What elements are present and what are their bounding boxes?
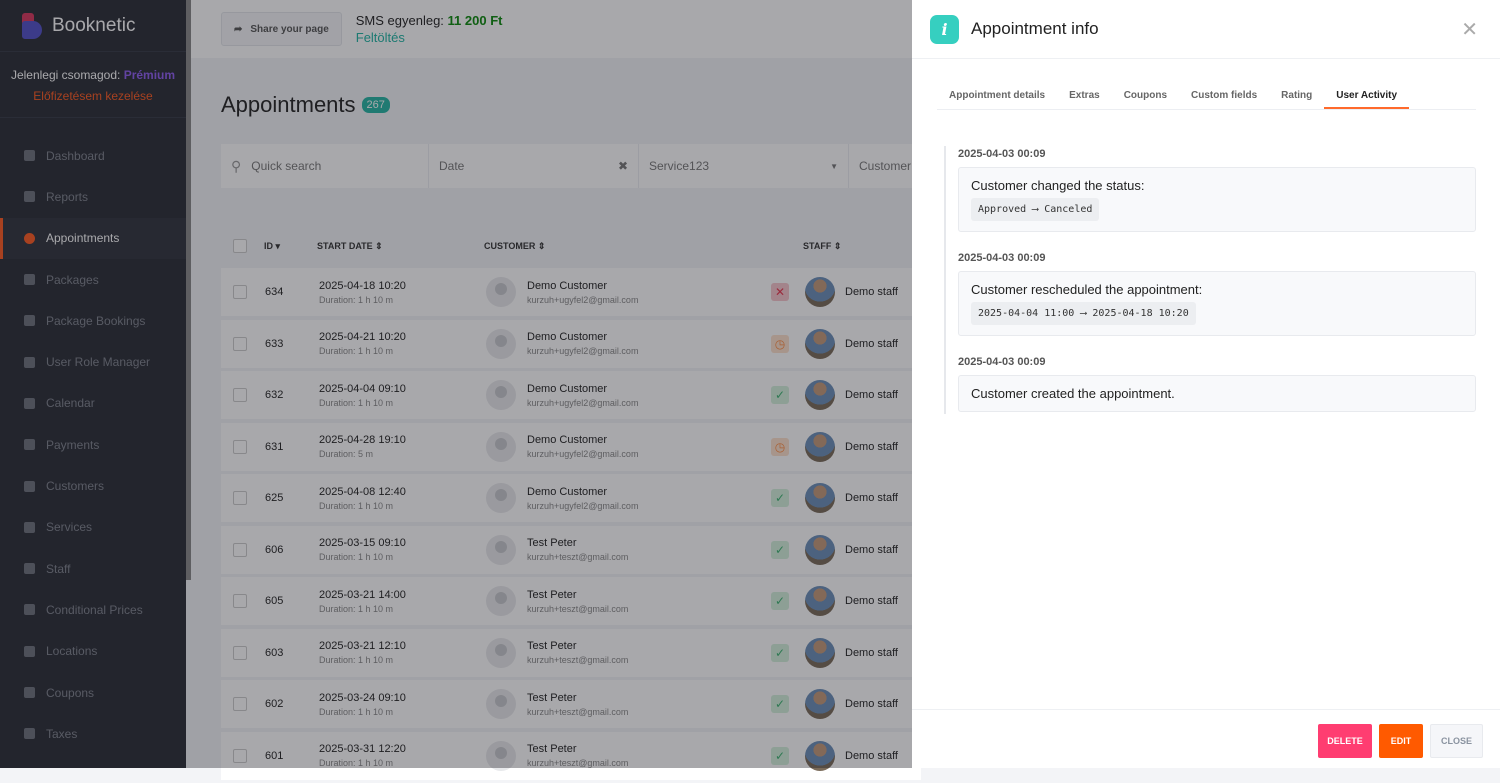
activity-time: 2025-04-03 00:09 [958,356,1046,368]
appointment-info-panel: i Appointment info ✕ Appointment details Ex… [912,0,1500,768]
activity-card: Customer rescheduled the appointment: 202… [958,271,1476,336]
panel-footer: DELETE EDIT CLOSE [912,709,1500,768]
activity-entry: 2025-04-03 00:09 Customer rescheduled the… [958,252,1476,336]
delete-button[interactable]: DELETE [1318,724,1372,758]
tab-coupons[interactable]: Coupons [1112,83,1179,109]
panel-tabs: Appointment details Extras Coupons Custom f… [937,83,1476,110]
activity-time: 2025-04-03 00:09 [958,252,1046,264]
panel-title: Appointment info [971,19,1099,38]
tab-extras[interactable]: Extras [1057,83,1112,109]
edit-button[interactable]: EDIT [1379,724,1423,758]
activity-text: Customer rescheduled the appointment: [971,282,1203,297]
tab-rating[interactable]: Rating [1269,83,1324,109]
activity-card: Customer changed the status: Approved ⟶ C… [958,167,1476,232]
activity-time: 2025-04-03 00:09 [958,148,1046,160]
tab-custom-fields[interactable]: Custom fields [1179,83,1269,109]
modal-backdrop[interactable] [0,0,912,768]
activity-timeline: 2025-04-03 00:09 Customer changed the sta… [944,146,1476,414]
tab-appointment-details[interactable]: Appointment details [937,83,1057,109]
info-icon: i [930,14,959,44]
activity-change: Approved ⟶ Canceled [971,198,1100,221]
activity-text: Customer changed the status: [971,178,1145,193]
activity-text: Customer created the appointment. [971,386,1175,401]
tab-user-activity[interactable]: User Activity [1324,83,1410,109]
activity-change: 2025-04-04 11:00 ⟶ 2025-04-18 10:20 [971,302,1196,325]
activity-entry: 2025-04-03 00:09 Customer created the app… [958,356,1476,412]
activity-entry: 2025-04-03 00:09 Customer changed the sta… [958,148,1476,232]
panel-header: i Appointment info ✕ [912,0,1500,59]
close-button[interactable]: CLOSE [1430,724,1483,758]
close-icon[interactable]: ✕ [1461,17,1478,42]
activity-card: Customer created the appointment. [958,375,1476,412]
